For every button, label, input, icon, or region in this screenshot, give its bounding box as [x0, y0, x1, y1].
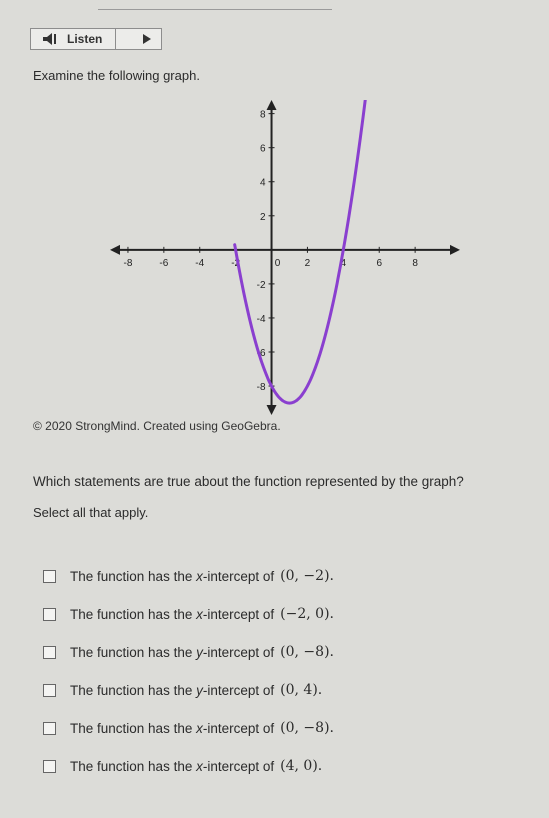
y-axis-arrow-up	[266, 100, 277, 110]
checkbox[interactable]	[43, 759, 56, 773]
y-axis-arrow-down	[266, 405, 277, 415]
answer-option-3[interactable]: The function has the y -intercept of (0, …	[43, 642, 463, 662]
play-icon[interactable]	[143, 34, 151, 44]
y-tick-label: 8	[260, 110, 266, 121]
x-tick-label: -4	[195, 258, 204, 269]
x-tick-label: 0	[275, 258, 281, 269]
answer-option-5[interactable]: The function has the x -intercept of (0, …	[43, 718, 463, 738]
x-tick-label: 6	[376, 258, 382, 269]
listen-button[interactable]: Listen	[30, 28, 162, 50]
checkbox[interactable]	[43, 683, 56, 697]
credit-text: © 2020 StrongMind. Created using GeoGebr…	[33, 419, 281, 433]
checkbox[interactable]	[43, 721, 56, 735]
checkbox[interactable]	[43, 569, 56, 583]
top-divider	[98, 9, 332, 10]
y-tick-label: -4	[257, 314, 266, 325]
x-tick-label: -6	[159, 258, 168, 269]
function-graph: -8 -6 -4 -2 0 2 4 6 8 8 6 4 2 -2 -4 -6 -8	[110, 0, 460, 420]
y-tick-label: 2	[260, 212, 266, 223]
x-tick-label: 2	[305, 258, 311, 269]
x-tick-label: 8	[412, 258, 418, 269]
parabola-chart: -8 -6 -4 -2 0 2 4 6 88642-2-4-6-8	[110, 0, 460, 415]
listen-label: Listen	[67, 32, 103, 46]
y-tick-label: -8	[257, 382, 266, 393]
speaker-icon	[43, 32, 65, 46]
y-tick-label: -2	[257, 280, 266, 291]
listen-separator	[115, 29, 116, 49]
checkbox[interactable]	[43, 645, 56, 659]
checkbox[interactable]	[43, 607, 56, 621]
answer-option-6[interactable]: The function has the x -intercept of (4, …	[43, 756, 463, 776]
prompt-text: Examine the following graph.	[33, 68, 200, 83]
y-tick-label: 4	[260, 178, 266, 189]
y-tick-label: 6	[260, 144, 266, 155]
answer-option-1[interactable]: The function has the x -intercept of (0, …	[43, 566, 463, 586]
x-tick-label: -8	[123, 258, 132, 269]
x-axis-arrow-right	[450, 244, 460, 255]
x-axis-arrow-left	[110, 244, 120, 255]
answer-option-2[interactable]: The function has the x -intercept of (−2,…	[43, 604, 463, 624]
answer-option-4[interactable]: The function has the y -intercept of (0, …	[43, 680, 463, 700]
instruction-text: Select all that apply.	[33, 505, 149, 520]
question-text: Which statements are true about the func…	[33, 474, 464, 489]
